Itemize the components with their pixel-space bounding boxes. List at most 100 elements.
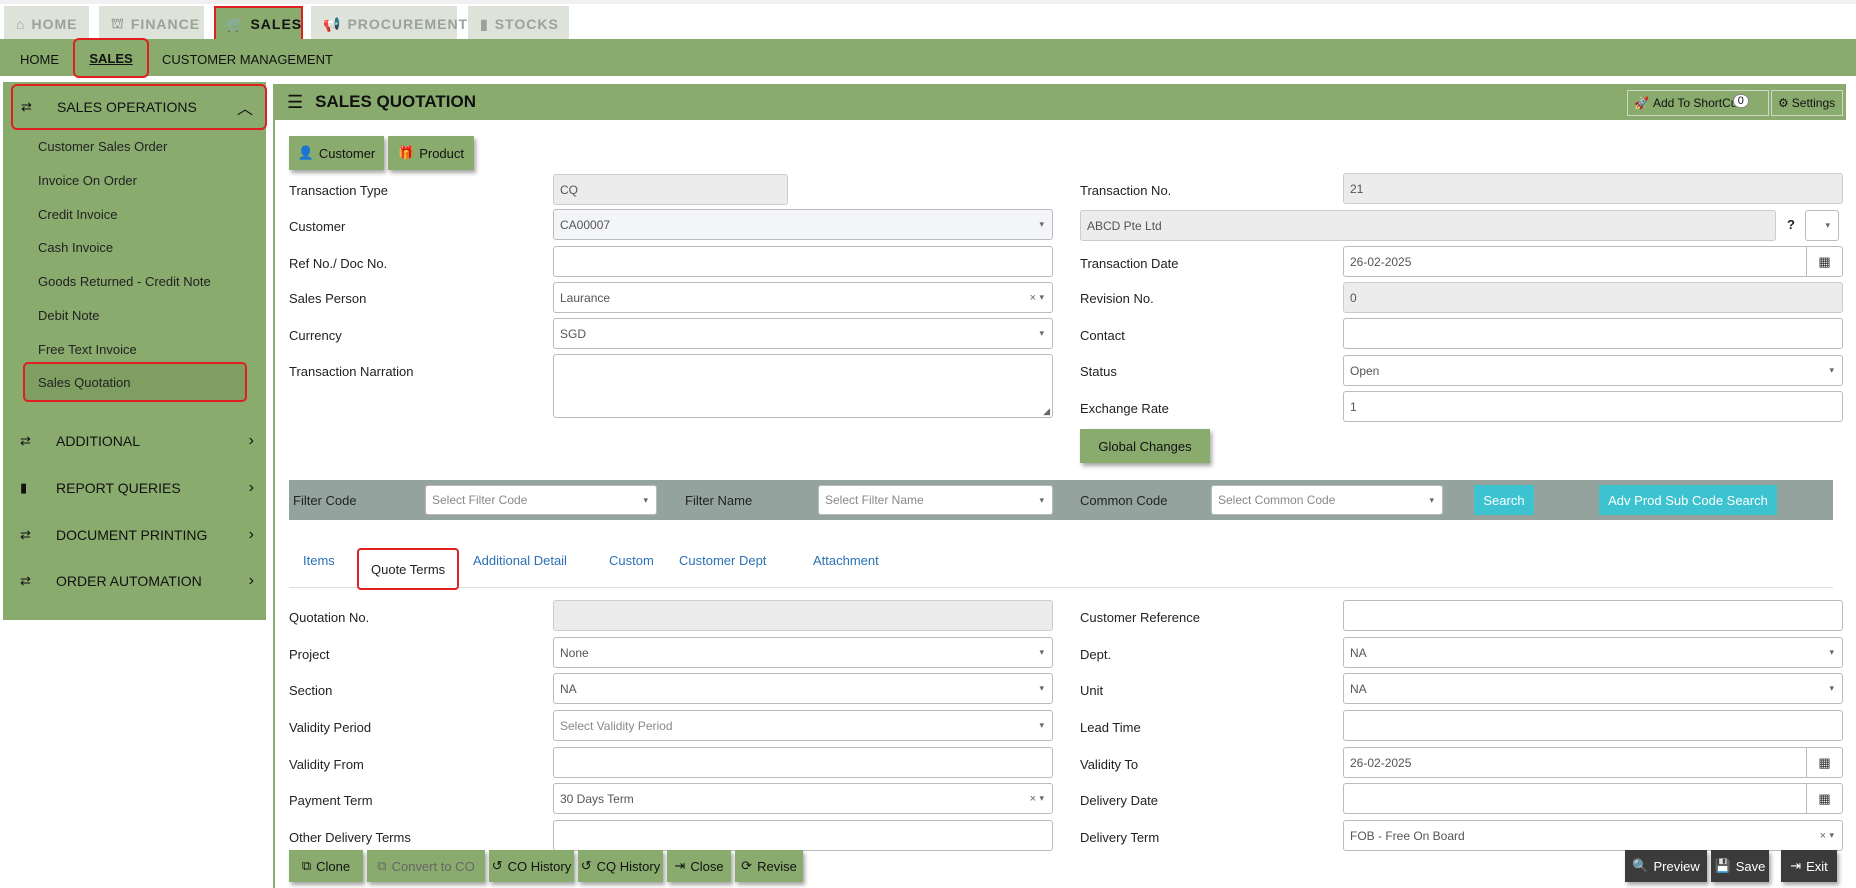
sidebar-report-queries[interactable]: ▮ REPORT QUERIES › (12, 467, 266, 509)
sidebar-item-cash-invoice[interactable]: Cash Invoice (38, 240, 113, 255)
calendar-icon[interactable]: ▦ (1806, 247, 1842, 276)
sidebar-order-automation[interactable]: ⇄ ORDER AUTOMATION › (12, 560, 266, 602)
common-code-select[interactable]: Select Common Code ▾ (1211, 485, 1443, 515)
sales-person-label: Sales Person (289, 291, 367, 306)
gift-icon: 🎁 (398, 145, 415, 160)
ref-no-input[interactable] (553, 246, 1053, 277)
delivery-term-select[interactable]: FOB - Free On Board × ▾ (1343, 820, 1843, 851)
unit-select[interactable]: NA ▾ (1343, 673, 1843, 704)
sidebar-item-customer-sales-order[interactable]: Customer Sales Order (38, 139, 167, 154)
swap-icon: ⇄ (20, 433, 31, 448)
status-select[interactable]: Open ▾ (1343, 355, 1843, 386)
sidebar-sales-operations[interactable]: ⇄ SALES OPERATIONS ︿ (11, 84, 267, 130)
exit-button[interactable]: ⇥ Exit (1781, 850, 1837, 882)
other-delivery-terms-input[interactable] (553, 820, 1053, 851)
cq-history-button[interactable]: ↺ CQ History (578, 850, 663, 882)
placeholder-text: Select Filter Code (432, 493, 528, 507)
button-label: Save (1735, 858, 1766, 874)
resize-handle-icon[interactable]: ◢ (1043, 406, 1050, 417)
top-tab-finance[interactable]: ⛫ FINANCE (99, 6, 204, 42)
filter-code-select[interactable]: Select Filter Code ▾ (425, 485, 657, 515)
caret-down-icon: ▾ (1829, 647, 1834, 657)
top-tab-procurement[interactable]: 📢 PROCUREMENT (311, 6, 467, 42)
narration-textarea[interactable]: ◢ (553, 354, 1053, 418)
customer-reference-input[interactable] (1343, 600, 1843, 631)
sidebar-item-sales-quotation[interactable]: Sales Quotation (23, 362, 247, 402)
project-select[interactable]: None ▾ (553, 637, 1053, 668)
section-select[interactable]: NA ▾ (553, 673, 1053, 704)
preview-button[interactable]: 🔍 Preview (1625, 850, 1707, 882)
lead-time-label: Lead Time (1080, 720, 1141, 735)
product-quick-button[interactable]: 🎁 Product (388, 136, 474, 170)
tab-items[interactable]: Items (303, 553, 335, 568)
settings-button[interactable]: ⚙ Settings (1771, 90, 1843, 116)
payment-term-select[interactable]: 30 Days Term × ▾ (553, 783, 1053, 814)
top-tab-home[interactable]: ⌂ HOME (4, 6, 89, 42)
caret-down-icon: ▾ (1829, 683, 1834, 693)
exchange-rate-input[interactable]: 1 (1343, 391, 1843, 422)
tab-custom[interactable]: Custom (609, 553, 654, 568)
tab-quote-terms[interactable]: Quote Terms (357, 548, 460, 590)
help-question[interactable]: ? (1787, 217, 1795, 232)
sales-person-select[interactable]: Laurance × ▾ (553, 282, 1053, 313)
search-icon: 🔍 (1632, 858, 1649, 873)
sidebar-additional[interactable]: ⇄ ADDITIONAL › (12, 420, 266, 462)
dept-select[interactable]: NA ▾ (1343, 637, 1843, 668)
tab-attachment[interactable]: Attachment (813, 553, 879, 568)
sidebar-document-printing[interactable]: ⇄ DOCUMENT PRINTING › (12, 514, 266, 556)
lead-time-input[interactable] (1343, 710, 1843, 741)
placeholder-text: Select Validity Period (560, 718, 673, 733)
transaction-date-input[interactable]: 26-02-2025 ▦ (1343, 246, 1843, 277)
tab-customer-dept[interactable]: Customer Dept (679, 553, 766, 568)
ref-no-label: Ref No./ Doc No. (289, 256, 388, 271)
revise-button[interactable]: ⟳ Revise (735, 850, 803, 882)
customer-quick-button[interactable]: 👤 Customer (289, 136, 384, 170)
customer-select[interactable]: CA00007 ▾ (553, 209, 1053, 240)
clone-button[interactable]: ⧉ Clone (289, 850, 363, 882)
filter-name-select[interactable]: Select Filter Name ▾ (818, 485, 1053, 515)
sidebar-group-label: ORDER AUTOMATION (56, 573, 202, 589)
customer-label: Customer (289, 219, 346, 234)
co-history-button[interactable]: ↺ CO History (489, 850, 574, 882)
menu-icon[interactable]: ☰ (287, 92, 303, 113)
sidebar-item-credit-invoice[interactable]: Credit Invoice (38, 207, 117, 222)
calendar-icon[interactable]: ▦ (1806, 748, 1842, 777)
sidebar-item-goods-returned[interactable]: Goods Returned - Credit Note (38, 274, 211, 289)
delivery-date-input[interactable]: ▦ (1343, 783, 1843, 814)
sidebar-item-invoice-on-order[interactable]: Invoice On Order (38, 173, 137, 188)
save-button[interactable]: 💾 Save (1711, 850, 1769, 882)
transaction-no-field: 21 (1343, 173, 1843, 204)
clear-icon[interactable]: × (1030, 292, 1036, 304)
top-module-bar: ⌂ HOME ⛫ FINANCE 🛒 SALES 📢 PROCUREMENT ▮ STOC… (0, 0, 1856, 42)
section-label: Section (289, 683, 333, 698)
currency-select[interactable]: SGD ▾ (553, 318, 1053, 349)
close-button[interactable]: ⇥ Close (667, 850, 731, 882)
global-changes-button[interactable]: Global Changes (1080, 429, 1210, 463)
contact-label: Contact (1080, 328, 1125, 343)
history-icon: ↺ (491, 858, 503, 873)
chevron-right-icon: › (248, 479, 254, 496)
validity-period-select[interactable]: Select Validity Period ▾ (553, 710, 1053, 741)
validity-to-input[interactable]: 26-02-2025 ▦ (1343, 747, 1843, 778)
adv-prod-sub-code-search-button[interactable]: Adv Prod Sub Code Search (1599, 485, 1777, 515)
convert-to-co-button[interactable]: ⧉ Convert to CO (367, 850, 485, 882)
sidebar-item-debit-note[interactable]: Debit Note (38, 308, 99, 323)
validity-from-input[interactable] (553, 747, 1053, 778)
top-tab-label: HOME (31, 16, 78, 32)
subnav-customer-management[interactable]: CUSTOMER MANAGEMENT (156, 47, 339, 71)
settings-label: Settings (1791, 96, 1836, 110)
tab-additional-detail[interactable]: Additional Detail (473, 553, 567, 568)
add-to-shortcut-button[interactable]: 🚀 Add To ShortCut 0 (1627, 90, 1769, 116)
calendar-icon[interactable]: ▦ (1806, 784, 1842, 813)
customer-extra-select[interactable]: ▾ (1805, 210, 1839, 241)
clear-icon[interactable]: × (1030, 793, 1036, 805)
top-tab-stocks[interactable]: ▮ STOCKS (468, 6, 569, 42)
clear-icon[interactable]: × (1820, 830, 1826, 842)
subnav-sales[interactable]: SALES (73, 38, 149, 78)
search-button[interactable]: Search (1474, 485, 1534, 515)
sidebar-item-free-text-invoice[interactable]: Free Text Invoice (38, 342, 137, 357)
top-tab-sales[interactable]: 🛒 SALES (214, 6, 303, 42)
history-icon: ↺ (580, 858, 592, 873)
contact-input[interactable] (1343, 318, 1843, 349)
subnav-home[interactable]: HOME (14, 47, 65, 71)
